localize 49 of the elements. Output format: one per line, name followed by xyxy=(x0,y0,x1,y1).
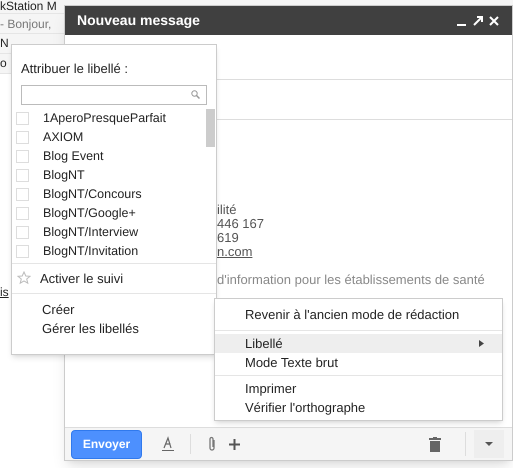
menu-item[interactable]: Créer xyxy=(12,300,75,319)
email-link[interactable]: n.com xyxy=(217,245,252,259)
checkbox[interactable] xyxy=(16,168,29,182)
label-item[interactable]: Blog Event xyxy=(12,146,216,166)
scrollbar-thumb[interactable] xyxy=(206,108,215,146)
window-title: Nouveau message xyxy=(77,11,201,30)
label-search-field[interactable] xyxy=(21,84,207,104)
signature-line: ilité xyxy=(217,203,237,217)
checkbox[interactable] xyxy=(16,206,29,220)
checkbox[interactable] xyxy=(16,226,29,238)
label-item[interactable]: 1AperoPresqueParfait xyxy=(12,108,216,128)
follow-item[interactable]: Activer le suivi xyxy=(40,268,124,288)
menu-item[interactable]: Libellé xyxy=(215,334,502,353)
paperclip-icon[interactable] xyxy=(207,436,217,452)
label-item[interactable]: BlogNT/Interview xyxy=(12,222,216,242)
label-item[interactable]: BlogNT/Concours xyxy=(12,184,216,204)
signature-line: 619 xyxy=(217,231,239,245)
menu-item[interactable]: Vérifier l'orthographe xyxy=(215,398,502,417)
star-icon xyxy=(17,271,31,286)
signature-line: 446 167 xyxy=(217,217,264,231)
menu-item[interactable]: Gérer les libellés xyxy=(12,319,139,338)
menu-item[interactable]: Mode Texte brut xyxy=(215,353,502,372)
checkbox[interactable] xyxy=(16,130,29,144)
sender-name: o xyxy=(0,57,7,70)
close-icon[interactable] xyxy=(488,14,500,26)
text-format-icon[interactable] xyxy=(162,436,174,452)
more-options-button[interactable] xyxy=(474,430,504,458)
sender-name: N xyxy=(0,37,9,50)
label-item[interactable]: BlogNT/Google+ xyxy=(12,204,216,222)
checkbox[interactable] xyxy=(16,244,29,258)
label-item[interactable]: BlogNT/Invitation xyxy=(12,242,216,260)
trash-icon[interactable] xyxy=(429,436,441,452)
signature-line: d'information pour les établissements de santé xyxy=(217,273,485,287)
sender-name: kStation M xyxy=(0,0,57,13)
inbox-link[interactable]: is xyxy=(0,285,9,299)
checkbox[interactable] xyxy=(16,188,29,200)
checkbox[interactable] xyxy=(16,112,29,124)
menu-title: Attribuer le libellé : xyxy=(20,60,129,78)
menu-item[interactable]: Imprimer xyxy=(215,379,502,398)
label-item[interactable]: AXIOM xyxy=(12,128,216,146)
menu-item[interactable]: Revenir à l'ancien mode de rédaction xyxy=(215,305,502,324)
caret-icon xyxy=(485,442,493,446)
submenu-arrow-icon xyxy=(479,340,484,347)
search-icon xyxy=(191,90,200,99)
expand-icon[interactable] xyxy=(472,14,484,26)
message-snippet: - Bonjour, xyxy=(0,16,52,32)
label-item[interactable]: BlogNT xyxy=(12,166,216,184)
plus-icon[interactable] xyxy=(229,438,240,450)
checkbox[interactable] xyxy=(16,150,29,162)
